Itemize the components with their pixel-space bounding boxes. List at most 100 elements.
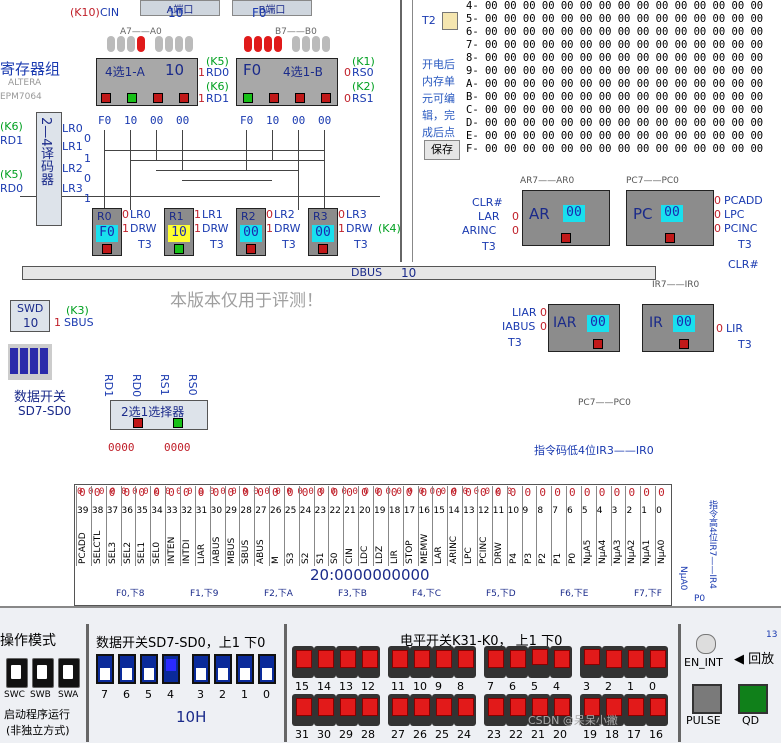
- control-bit-number: 17: [403, 506, 416, 516]
- level-switch-5[interactable]: [528, 646, 550, 678]
- level-switch-25[interactable]: [432, 694, 454, 726]
- mem-row-c: C- 00 00 00 00 00 00 00 00 00 00 00 00 0…: [466, 104, 764, 116]
- level-switch-15[interactable]: [292, 646, 314, 678]
- level-switch-29[interactable]: [336, 694, 358, 726]
- control-signal-name: SEL3: [107, 541, 118, 564]
- control-bit: 0: [450, 486, 457, 499]
- control-signal-name: M: [271, 556, 282, 564]
- swa-switch[interactable]: [58, 658, 80, 688]
- data-switch-2[interactable]: [214, 654, 232, 684]
- control-bit: 0: [465, 486, 472, 499]
- level-switch-1[interactable]: [624, 646, 646, 678]
- reg-r1: R1 10: [164, 208, 194, 256]
- swc-switch[interactable]: [6, 658, 28, 688]
- control-signal-name: ARINC: [449, 535, 460, 564]
- control-signal-name: NµA1: [642, 539, 653, 564]
- level-switch-num: 16: [649, 728, 663, 741]
- ir-low-label: 指令码低4位IR3——IR0: [534, 444, 654, 457]
- control-bit-number: 12: [477, 506, 490, 516]
- level-switch-27[interactable]: [388, 694, 410, 726]
- level-switch-31[interactable]: [292, 694, 314, 726]
- data-switch-0[interactable]: [258, 654, 276, 684]
- level-switch-4[interactable]: [550, 646, 572, 678]
- level-switch-8[interactable]: [454, 646, 476, 678]
- level-switch-0[interactable]: [646, 646, 668, 678]
- save-button[interactable]: 保存: [424, 140, 460, 160]
- control-bit-number: 11: [492, 506, 505, 516]
- level-switch-16[interactable]: [646, 694, 668, 726]
- control-signal-col: 0 17 STOP: [402, 486, 419, 566]
- level-switch-num: 11: [391, 680, 405, 693]
- level-switch-13[interactable]: [336, 646, 358, 678]
- control-bit-number: 15: [433, 506, 445, 516]
- control-bit-number: 31: [195, 506, 208, 516]
- level-switch-24[interactable]: [454, 694, 476, 726]
- data-switch-range: SD7-SD0: [18, 404, 72, 418]
- level-switch-12[interactable]: [358, 646, 380, 678]
- level-switch-30[interactable]: [314, 694, 336, 726]
- data-switch-num: 1: [241, 688, 248, 701]
- rollback-button[interactable]: ◀ 回放: [734, 648, 774, 667]
- level-switch-2[interactable]: [602, 646, 624, 678]
- regfile-area: (K10) CIN A端口 10 B端口 F0 A7——A0 B7——B0 寄存…: [0, 0, 401, 300]
- level-switch-17[interactable]: [624, 694, 646, 726]
- data-switch-3[interactable]: [192, 654, 210, 684]
- control-bit: 0: [479, 486, 487, 499]
- selector-right-bits: 0000: [164, 441, 191, 454]
- selector-2to1: RD1 RD0 RS1 RS0 2选1选择器: [100, 374, 210, 436]
- data-switch-4[interactable]: [162, 654, 180, 684]
- control-signal-name: S0: [330, 552, 341, 564]
- level-switch-14[interactable]: [314, 646, 336, 678]
- data-switch-7[interactable]: [96, 654, 114, 684]
- mem-row-7: 7- 00 00 00 00 00 00 00 00 00 00 00 00 0…: [466, 39, 764, 51]
- control-signal-col: 0 1 NµA1: [640, 486, 656, 566]
- control-signal-col: 0 5 NµA5: [580, 486, 597, 566]
- data-switch-1[interactable]: [236, 654, 254, 684]
- mux-b: F0 4选1-B: [236, 58, 338, 106]
- control-bit: 0: [316, 486, 324, 499]
- data-switch-num: 7: [101, 688, 108, 701]
- qd-button[interactable]: [738, 684, 768, 714]
- control-bit: 0: [613, 486, 621, 499]
- pulse-button[interactable]: [692, 684, 722, 714]
- control-bit-number: 13: [463, 506, 475, 516]
- level-switch-num: 19: [583, 728, 597, 741]
- t2-indicator: [442, 12, 458, 30]
- level-switch-num: 18: [605, 728, 619, 741]
- control-bit: 0: [583, 486, 591, 499]
- level-switch-28[interactable]: [358, 694, 380, 726]
- swb-switch[interactable]: [32, 658, 54, 688]
- level-switch-26[interactable]: [410, 694, 432, 726]
- level-switch-6[interactable]: [506, 646, 528, 678]
- control-signal-name: S3: [285, 552, 296, 564]
- control-signal-col: 0 30 IABUS: [209, 486, 226, 566]
- control-bit: 0: [331, 486, 339, 499]
- level-switch-10[interactable]: [410, 646, 432, 678]
- control-bit-number: 5: [581, 506, 588, 516]
- level-switch-num: 20: [553, 728, 567, 741]
- chip-label: ALTERA: [8, 78, 42, 88]
- level-switch-3[interactable]: [580, 646, 602, 678]
- control-signal-col: 0 35 SEL1: [135, 486, 151, 566]
- reg-r2-value: 00: [240, 225, 262, 242]
- control-signal-name: SEL1: [137, 541, 148, 564]
- mux-a-k6: (K6): [206, 80, 229, 93]
- level-switch-num: 13: [339, 680, 353, 693]
- dbus-label: DBUS: [351, 266, 383, 279]
- control-bit: 0: [598, 486, 606, 499]
- level-switch-22[interactable]: [506, 694, 528, 726]
- data-switch-6[interactable]: [118, 654, 136, 684]
- control-bit: 0: [361, 486, 368, 499]
- f-groups: F0,下8 F1,下9 F2,下A F3,下B F4,下C F5,下D F6,下…: [116, 589, 662, 599]
- iar-pc-label: PC7——PC0: [578, 398, 631, 408]
- data-switch-5[interactable]: [140, 654, 158, 684]
- control-bit-number: 29: [225, 506, 237, 516]
- control-signal-name: LDC: [360, 545, 371, 564]
- control-signal-col: 0 8 P2: [536, 486, 552, 566]
- level-switch-23[interactable]: [484, 694, 506, 726]
- control-bit: 0: [524, 486, 532, 499]
- level-switch-7[interactable]: [484, 646, 506, 678]
- control-bit: 0: [272, 486, 279, 499]
- level-switch-11[interactable]: [388, 646, 410, 678]
- level-switch-9[interactable]: [432, 646, 454, 678]
